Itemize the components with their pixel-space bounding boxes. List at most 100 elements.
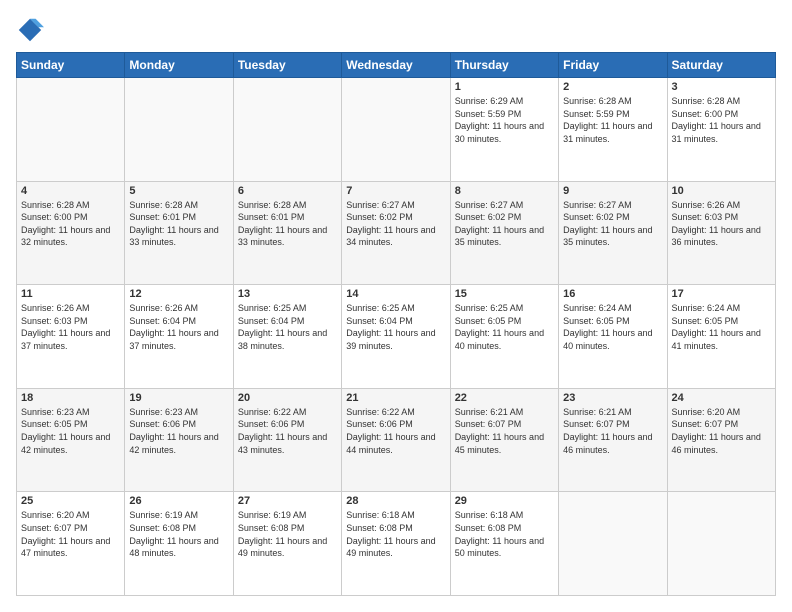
calendar-cell: 19 Sunrise: 6:23 AMSunset: 6:06 PMDayligh…: [125, 388, 233, 492]
logo-icon: [16, 16, 44, 44]
calendar-cell: 1 Sunrise: 6:29 AMSunset: 5:59 PMDaylight…: [450, 78, 558, 182]
day-number: 24: [672, 392, 771, 404]
day-info: Sunrise: 6:28 AMSunset: 6:01 PMDaylight:…: [129, 199, 228, 249]
day-info: Sunrise: 6:18 AMSunset: 6:08 PMDaylight:…: [346, 509, 445, 559]
calendar-cell: [233, 78, 341, 182]
day-info: Sunrise: 6:27 AMSunset: 6:02 PMDaylight:…: [563, 199, 662, 249]
day-info: Sunrise: 6:24 AMSunset: 6:05 PMDaylight:…: [672, 302, 771, 352]
day-number: 1: [455, 81, 554, 93]
calendar-cell: 14 Sunrise: 6:25 AMSunset: 6:04 PMDayligh…: [342, 285, 450, 389]
day-info: Sunrise: 6:18 AMSunset: 6:08 PMDaylight:…: [455, 509, 554, 559]
calendar-page: SundayMondayTuesdayWednesdayThursdayFrid…: [0, 0, 792, 612]
day-info: Sunrise: 6:19 AMSunset: 6:08 PMDaylight:…: [238, 509, 337, 559]
calendar-cell: 11 Sunrise: 6:26 AMSunset: 6:03 PMDayligh…: [17, 285, 125, 389]
day-info: Sunrise: 6:26 AMSunset: 6:03 PMDaylight:…: [672, 199, 771, 249]
day-number: 15: [455, 288, 554, 300]
day-info: Sunrise: 6:23 AMSunset: 6:06 PMDaylight:…: [129, 406, 228, 456]
day-number: 27: [238, 495, 337, 507]
day-number: 22: [455, 392, 554, 404]
calendar-header-row: SundayMondayTuesdayWednesdayThursdayFrid…: [17, 53, 776, 78]
day-number: 5: [129, 185, 228, 197]
day-number: 28: [346, 495, 445, 507]
day-number: 18: [21, 392, 120, 404]
calendar-cell: 8 Sunrise: 6:27 AMSunset: 6:02 PMDaylight…: [450, 181, 558, 285]
calendar-cell: 27 Sunrise: 6:19 AMSunset: 6:08 PMDayligh…: [233, 492, 341, 596]
calendar-cell: 23Sunrise: 6:21 AMSunset: 6:07 PMDayligh…: [559, 388, 667, 492]
day-info: Sunrise: 6:20 AMSunset: 6:07 PMDaylight:…: [21, 509, 120, 559]
calendar-cell: 21Sunrise: 6:22 AMSunset: 6:06 PMDayligh…: [342, 388, 450, 492]
calendar-cell: 3Sunrise: 6:28 AMSunset: 6:00 PMDaylight…: [667, 78, 775, 182]
day-info: Sunrise: 6:23 AMSunset: 6:05 PMDaylight:…: [21, 406, 120, 456]
calendar-cell: 20Sunrise: 6:22 AMSunset: 6:06 PMDayligh…: [233, 388, 341, 492]
day-info: Sunrise: 6:28 AMSunset: 6:01 PMDaylight:…: [238, 199, 337, 249]
day-number: 26: [129, 495, 228, 507]
day-info: Sunrise: 6:28 AMSunset: 6:00 PMDaylight:…: [21, 199, 120, 249]
calendar-cell: 16 Sunrise: 6:24 AMSunset: 6:05 PMDayligh…: [559, 285, 667, 389]
calendar-cell: 4 Sunrise: 6:28 AMSunset: 6:00 PMDaylight…: [17, 181, 125, 285]
day-number: 29: [455, 495, 554, 507]
calendar-cell: 15 Sunrise: 6:25 AMSunset: 6:05 PMDayligh…: [450, 285, 558, 389]
calendar-cell: 25 Sunrise: 6:20 AMSunset: 6:07 PMDayligh…: [17, 492, 125, 596]
calendar-cell: [17, 78, 125, 182]
day-number: 6: [238, 185, 337, 197]
day-info: Sunrise: 6:27 AMSunset: 6:02 PMDaylight:…: [346, 199, 445, 249]
calendar-header-friday: Friday: [559, 53, 667, 78]
calendar-cell: 2Sunrise: 6:28 AMSunset: 5:59 PMDaylight…: [559, 78, 667, 182]
calendar-cell: 5 Sunrise: 6:28 AMSunset: 6:01 PMDaylight…: [125, 181, 233, 285]
calendar-cell: 17 Sunrise: 6:24 AMSunset: 6:05 PMDayligh…: [667, 285, 775, 389]
calendar-header-wednesday: Wednesday: [342, 53, 450, 78]
calendar-cell: 26 Sunrise: 6:19 AMSunset: 6:08 PMDayligh…: [125, 492, 233, 596]
calendar-cell: 18 Sunrise: 6:23 AMSunset: 6:05 PMDayligh…: [17, 388, 125, 492]
day-info: Sunrise: 6:27 AMSunset: 6:02 PMDaylight:…: [455, 199, 554, 249]
calendar-cell: 10 Sunrise: 6:26 AMSunset: 6:03 PMDayligh…: [667, 181, 775, 285]
calendar-cell: 13Sunrise: 6:25 AMSunset: 6:04 PMDayligh…: [233, 285, 341, 389]
calendar-cell: [667, 492, 775, 596]
day-number: 14: [346, 288, 445, 300]
day-number: 11: [21, 288, 120, 300]
calendar-header-thursday: Thursday: [450, 53, 558, 78]
calendar-week-1: 1 Sunrise: 6:29 AMSunset: 5:59 PMDaylight…: [17, 78, 776, 182]
calendar-cell: [342, 78, 450, 182]
day-info: Sunrise: 6:25 AMSunset: 6:04 PMDaylight:…: [346, 302, 445, 352]
day-number: 9: [563, 185, 662, 197]
day-number: 19: [129, 392, 228, 404]
calendar-cell: 7Sunrise: 6:27 AMSunset: 6:02 PMDaylight…: [342, 181, 450, 285]
calendar-cell: 24 Sunrise: 6:20 AMSunset: 6:07 PMDayligh…: [667, 388, 775, 492]
day-info: Sunrise: 6:26 AMSunset: 6:03 PMDaylight:…: [21, 302, 120, 352]
day-info: Sunrise: 6:24 AMSunset: 6:05 PMDaylight:…: [563, 302, 662, 352]
calendar-cell: 12 Sunrise: 6:26 AMSunset: 6:04 PMDayligh…: [125, 285, 233, 389]
calendar-cell: 22 Sunrise: 6:21 AMSunset: 6:07 PMDayligh…: [450, 388, 558, 492]
calendar-header-saturday: Saturday: [667, 53, 775, 78]
day-info: Sunrise: 6:20 AMSunset: 6:07 PMDaylight:…: [672, 406, 771, 456]
day-number: 8: [455, 185, 554, 197]
day-info: Sunrise: 6:21 AMSunset: 6:07 PMDaylight:…: [455, 406, 554, 456]
day-number: 2: [563, 81, 662, 93]
day-number: 16: [563, 288, 662, 300]
day-number: 23: [563, 392, 662, 404]
day-info: Sunrise: 6:26 AMSunset: 6:04 PMDaylight:…: [129, 302, 228, 352]
calendar-week-2: 4 Sunrise: 6:28 AMSunset: 6:00 PMDaylight…: [17, 181, 776, 285]
day-number: 12: [129, 288, 228, 300]
day-info: Sunrise: 6:29 AMSunset: 5:59 PMDaylight:…: [455, 95, 554, 145]
day-number: 25: [21, 495, 120, 507]
day-info: Sunrise: 6:25 AMSunset: 6:05 PMDaylight:…: [455, 302, 554, 352]
day-number: 17: [672, 288, 771, 300]
calendar-week-3: 11 Sunrise: 6:26 AMSunset: 6:03 PMDayligh…: [17, 285, 776, 389]
day-number: 4: [21, 185, 120, 197]
calendar-cell: [125, 78, 233, 182]
day-number: 10: [672, 185, 771, 197]
calendar-cell: 6 Sunrise: 6:28 AMSunset: 6:01 PMDaylight…: [233, 181, 341, 285]
calendar-cell: 29 Sunrise: 6:18 AMSunset: 6:08 PMDayligh…: [450, 492, 558, 596]
day-info: Sunrise: 6:19 AMSunset: 6:08 PMDaylight:…: [129, 509, 228, 559]
day-number: 13: [238, 288, 337, 300]
day-info: Sunrise: 6:22 AMSunset: 6:06 PMDaylight:…: [346, 406, 445, 456]
day-info: Sunrise: 6:28 AMSunset: 6:00 PMDaylight:…: [672, 95, 771, 145]
calendar-cell: 28 Sunrise: 6:18 AMSunset: 6:08 PMDayligh…: [342, 492, 450, 596]
calendar-cell: 9 Sunrise: 6:27 AMSunset: 6:02 PMDaylight…: [559, 181, 667, 285]
calendar-header-tuesday: Tuesday: [233, 53, 341, 78]
logo: [16, 16, 48, 44]
calendar-week-4: 18 Sunrise: 6:23 AMSunset: 6:05 PMDayligh…: [17, 388, 776, 492]
day-info: Sunrise: 6:22 AMSunset: 6:06 PMDaylight:…: [238, 406, 337, 456]
calendar-week-5: 25 Sunrise: 6:20 AMSunset: 6:07 PMDayligh…: [17, 492, 776, 596]
calendar-cell: [559, 492, 667, 596]
